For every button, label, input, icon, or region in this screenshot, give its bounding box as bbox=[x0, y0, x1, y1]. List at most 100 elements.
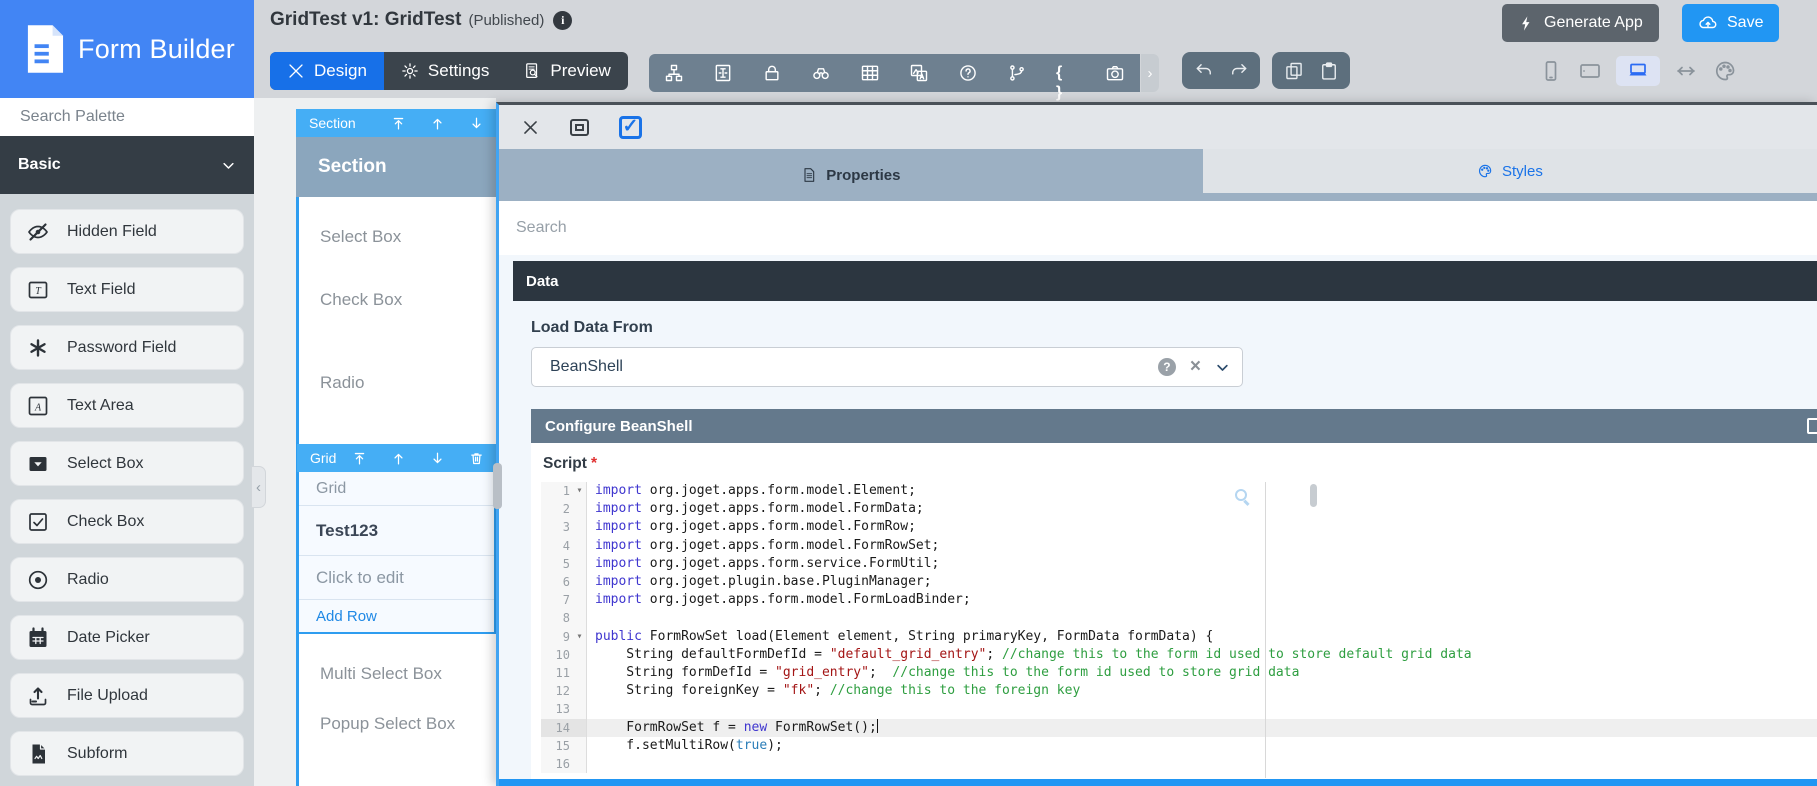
editor-search-icon[interactable] bbox=[1235, 489, 1247, 501]
palette-item-select-box[interactable]: Select Box bbox=[10, 441, 244, 486]
svg-text:A: A bbox=[34, 402, 42, 413]
palette-item-check-box[interactable]: Check Box bbox=[10, 499, 244, 544]
close-icon[interactable] bbox=[521, 118, 540, 137]
palette-item-radio[interactable]: Radio bbox=[10, 557, 244, 602]
grid-cell-placeholder[interactable]: Click to edit bbox=[299, 556, 494, 600]
load-data-from-label: Load Data From bbox=[531, 319, 1817, 337]
info-icon[interactable]: i bbox=[553, 11, 572, 30]
fold-spacer bbox=[573, 737, 586, 755]
checkbox-checked-icon[interactable]: ✓ bbox=[619, 116, 642, 139]
help-circle-icon[interactable] bbox=[958, 63, 978, 83]
lock-icon[interactable] bbox=[762, 63, 782, 83]
move-top-icon[interactable] bbox=[352, 451, 367, 466]
copy-icon[interactable] bbox=[1284, 61, 1303, 80]
palette-item-file-upload[interactable]: File Upload bbox=[10, 673, 244, 718]
fold-spacer bbox=[573, 719, 586, 737]
data-section-header[interactable]: Data bbox=[513, 261, 1817, 301]
help-icon[interactable]: ? bbox=[1158, 358, 1176, 376]
fold-marker-icon[interactable]: ▾ bbox=[573, 482, 586, 500]
palette-search-input[interactable] bbox=[0, 108, 254, 126]
git-branch-icon[interactable] bbox=[1007, 63, 1027, 83]
section-toolbar: Section bbox=[296, 109, 496, 137]
move-up-icon[interactable] bbox=[430, 116, 445, 131]
save-button[interactable]: Save bbox=[1682, 4, 1779, 42]
design-icon bbox=[287, 62, 305, 80]
camera-icon[interactable] bbox=[1105, 63, 1125, 83]
table-grid-icon[interactable] bbox=[860, 63, 880, 83]
theme-icon[interactable] bbox=[1712, 58, 1738, 84]
undo-icon[interactable] bbox=[1194, 61, 1213, 80]
toolbar-overflow-button[interactable]: › bbox=[1141, 54, 1159, 92]
tab-settings[interactable]: Settings bbox=[384, 52, 506, 90]
clear-icon[interactable]: × bbox=[1190, 358, 1201, 376]
expand-icon[interactable] bbox=[1807, 418, 1817, 434]
move-down-icon[interactable] bbox=[469, 116, 484, 131]
editor-scrollbar[interactable] bbox=[1310, 484, 1317, 507]
move-up-icon[interactable] bbox=[391, 451, 406, 466]
file-upload-icon bbox=[26, 684, 50, 708]
section-header[interactable]: Section bbox=[296, 137, 496, 197]
delete-icon[interactable] bbox=[469, 451, 484, 466]
tab-properties[interactable]: Properties bbox=[499, 149, 1203, 201]
palette-item-password-field[interactable]: Password Field bbox=[10, 325, 244, 370]
fold-marker-icon[interactable]: ▾ bbox=[573, 628, 586, 646]
fold-spacer bbox=[573, 664, 586, 682]
code-line-3: 3 import org.joget.apps.form.model.FormR… bbox=[541, 518, 1817, 536]
properties-search-input[interactable] bbox=[499, 219, 1817, 237]
generate-app-button[interactable]: Generate App bbox=[1502, 4, 1659, 42]
chevron-down-icon[interactable] bbox=[1215, 360, 1230, 375]
grid-toolbar-label: Grid bbox=[297, 450, 336, 466]
sitemap-icon[interactable] bbox=[664, 63, 684, 83]
tab-design[interactable]: Design bbox=[270, 52, 384, 90]
binoculars-icon[interactable] bbox=[811, 63, 831, 83]
preview-icon bbox=[523, 62, 541, 80]
palette-item-text-field[interactable]: T Text Field bbox=[10, 267, 244, 312]
load-binder-select[interactable]: BeanShell ? × bbox=[531, 347, 1243, 387]
code-line-2: 2 import org.joget.apps.form.model.FormD… bbox=[541, 500, 1817, 518]
dialog-resize-handle[interactable] bbox=[493, 463, 502, 509]
palette-category-label: Basic bbox=[18, 156, 61, 174]
code-line-8: 8 bbox=[541, 609, 1817, 627]
palette-item-hidden-field[interactable]: Hidden Field bbox=[10, 209, 244, 254]
undo-redo-group bbox=[1182, 52, 1260, 89]
grid-column-header[interactable]: Test123 bbox=[299, 506, 494, 556]
grid-label: Grid bbox=[299, 472, 494, 506]
code-line-6: 6 import org.joget.plugin.base.PluginMan… bbox=[541, 573, 1817, 591]
canvas-field-check-box[interactable]: Check Box bbox=[320, 290, 488, 310]
dialog-list-icon[interactable] bbox=[570, 119, 589, 136]
tablet-icon[interactable] bbox=[1577, 58, 1603, 84]
palette-item-text-area[interactable]: A Text Area bbox=[10, 383, 244, 428]
palette-item-date-picker[interactable]: Date Picker bbox=[10, 615, 244, 660]
fit-width-icon[interactable] bbox=[1673, 58, 1699, 84]
paste-icon[interactable] bbox=[1319, 61, 1338, 80]
fold-spacer bbox=[573, 646, 586, 664]
breadcrumb: GridTest v1: GridTest (Published) i bbox=[270, 9, 572, 31]
palette-item-subform[interactable]: Subform bbox=[10, 731, 244, 776]
canvas-field-radio[interactable]: Radio bbox=[320, 373, 488, 393]
properties-content: Data Load Data From BeanShell ? × Config… bbox=[499, 255, 1817, 779]
grid-toolbar: Grid bbox=[297, 444, 496, 472]
add-row-link[interactable]: Add Row bbox=[299, 600, 494, 632]
move-top-icon[interactable] bbox=[391, 116, 406, 131]
line-number: 3 bbox=[541, 518, 573, 536]
app-title: Form Builder bbox=[78, 34, 235, 65]
canvas-field-popup-select-box[interactable]: Popup Select Box bbox=[320, 714, 488, 734]
canvas-field-select-box[interactable]: Select Box bbox=[320, 227, 488, 247]
tab-styles[interactable]: Styles bbox=[1203, 149, 1817, 201]
collapse-palette-handle[interactable]: ‹ bbox=[251, 466, 266, 508]
translate-icon[interactable] bbox=[909, 63, 929, 83]
braces-icon[interactable]: { } bbox=[1056, 63, 1076, 83]
grid-element[interactable]: Grid Test123 Click to edit Add Row bbox=[297, 472, 496, 634]
desktop-icon[interactable] bbox=[1616, 56, 1660, 86]
canvas-field-multi-select-box[interactable]: Multi Select Box bbox=[320, 664, 488, 684]
document-icon bbox=[801, 167, 817, 183]
move-down-icon[interactable] bbox=[430, 451, 445, 466]
svg-text:T: T bbox=[35, 286, 42, 297]
mobile-icon[interactable] bbox=[1538, 58, 1564, 84]
subform-icon bbox=[26, 742, 50, 766]
form-field-icon[interactable] bbox=[713, 63, 733, 83]
palette-category-basic[interactable]: Basic bbox=[0, 136, 254, 194]
tab-preview[interactable]: Preview bbox=[506, 52, 627, 90]
beanshell-code-editor[interactable]: 1▾ import org.joget.apps.form.model.Elem… bbox=[541, 482, 1817, 778]
redo-icon[interactable] bbox=[1229, 61, 1248, 80]
